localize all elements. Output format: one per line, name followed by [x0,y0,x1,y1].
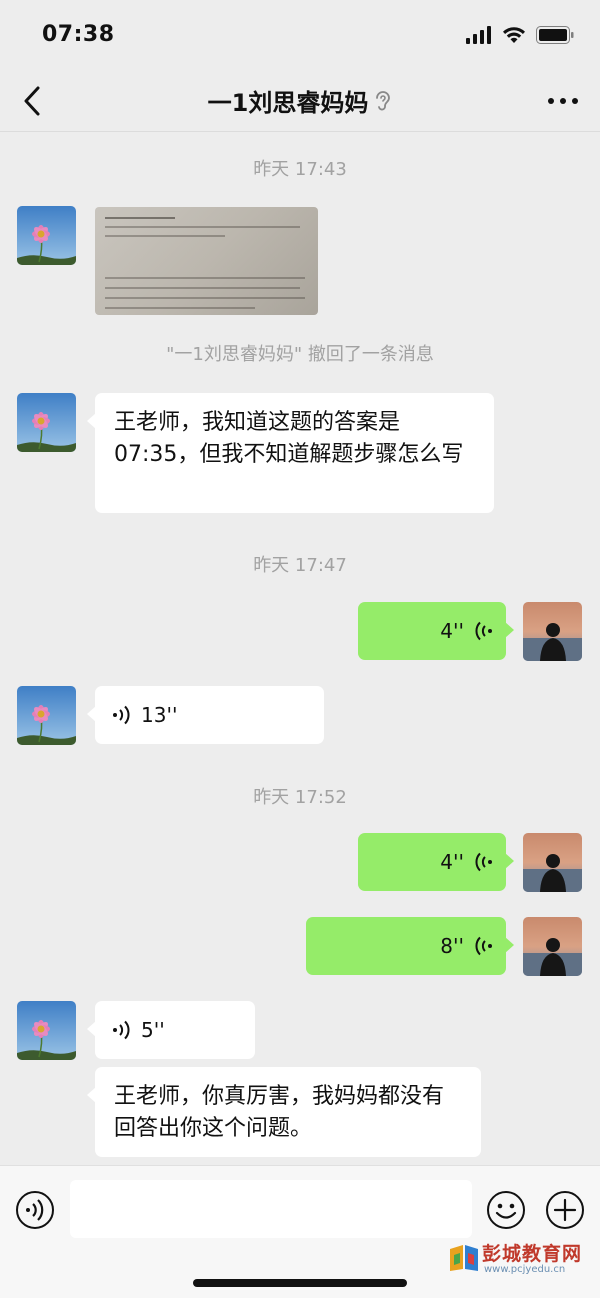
earpiece-mode-icon [376,90,391,110]
wifi-icon [503,27,525,43]
chat-title: 一1刘思睿妈妈 [207,89,369,117]
silhouette-avatar-image [523,602,582,661]
watermark: 彭城教育网 www.pcjyedu.cn [448,1237,593,1285]
contact-avatar[interactable] [17,1001,76,1060]
watermark-title: 彭城教育网 [482,1243,583,1265]
voice-duration: 13'' [141,703,178,727]
contact-avatar[interactable] [17,686,76,745]
watermark-url: www.pcjyedu.cn [484,1264,566,1275]
voice-wave-icon [475,936,492,956]
voice-wave-icon [475,852,492,872]
voice-wave-icon [475,621,492,641]
voice-duration: 4'' [440,850,464,874]
voice-wave-icon [113,705,130,725]
voice-message-bubble[interactable]: 8'' [306,917,514,975]
voice-message-bubble[interactable]: 5'' [87,1001,255,1059]
voice-input-toggle-icon[interactable] [15,1190,55,1230]
message-text: 王老师，我知道这题的答案是07:35，但我不知道解题步骤怎么写 [114,410,464,467]
plus-icon[interactable] [545,1190,585,1230]
voice-duration: 8'' [440,934,464,958]
battery-icon [536,26,574,44]
flower-avatar-image [17,393,76,452]
my-avatar[interactable] [523,917,582,976]
nav-bar: 一1刘思睿妈妈 [0,70,600,132]
voice-message-bubble[interactable]: 13'' [87,686,324,744]
silhouette-avatar-image [523,917,582,976]
watermark-logo-icon [450,1245,478,1271]
timestamp: 昨天 17:43 [253,159,347,180]
flower-avatar-image [17,206,76,265]
voice-row: 5'' [113,1001,165,1059]
voice-message-bubble[interactable]: 4'' [358,602,514,660]
text-message-bubble[interactable]: 王老师，你真厉害，我妈妈都没有回答出你这个问题。 [87,1067,481,1157]
voice-duration: 4'' [440,619,464,643]
voice-row: 4'' [440,833,492,891]
voice-duration: 5'' [141,1018,165,1042]
message-input[interactable] [70,1180,472,1238]
message-text: 王老师，你真厉害，我妈妈都没有回答出你这个问题。 [114,1084,445,1141]
voice-message-bubble[interactable]: 4'' [358,833,514,891]
timestamp: 昨天 17:47 [253,555,347,576]
more-icon[interactable] [546,90,580,112]
flower-avatar-image [17,1001,76,1060]
status-time: 07:38 [42,22,115,47]
contact-avatar[interactable] [17,206,76,265]
flower-avatar-image [17,686,76,745]
status-icons [466,24,574,46]
text-message-bubble[interactable]: 王老师，我知道这题的答案是07:35，但我不知道解题步骤怎么写 [87,393,494,513]
voice-row: 4'' [440,602,492,660]
voice-row: 13'' [113,686,177,744]
voice-wave-icon [113,1020,130,1040]
home-indicator [193,1279,407,1287]
title-group: 一1刘思睿妈妈 [0,83,600,118]
silhouette-avatar-image [523,833,582,892]
voice-row: 8'' [440,917,492,975]
timestamp: 昨天 17:52 [253,787,347,808]
contact-avatar[interactable] [17,393,76,452]
image-message[interactable] [95,207,318,315]
status-bar: 07:38 [0,0,600,70]
my-avatar[interactable] [523,602,582,661]
my-avatar[interactable] [523,833,582,892]
recall-notice: "一1刘思睿妈妈" 撤回了一条消息 [166,344,434,365]
signal-icon [466,26,491,44]
emoji-icon[interactable] [486,1190,526,1230]
